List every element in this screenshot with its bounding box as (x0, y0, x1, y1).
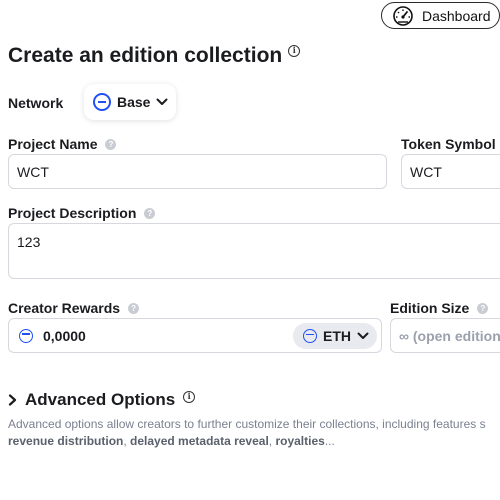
advanced-options-title: Advanced Options (25, 390, 176, 409)
edition-size-input[interactable]: ∞ (open edition (390, 318, 500, 353)
network-value: Base (117, 94, 151, 110)
advanced-options-description: Advanced options allow creators to furth… (8, 416, 500, 450)
page-title: Create an edition collection i (8, 44, 301, 68)
project-name-value: WCT (17, 163, 49, 180)
dashboard-gauge-icon (392, 5, 414, 26)
currency-select[interactable]: ETH (293, 323, 377, 349)
help-icon[interactable]: ? (105, 138, 117, 150)
help-icon[interactable]: ? (144, 207, 156, 219)
network-label: Network (8, 95, 63, 111)
network-label-text: Network (8, 95, 64, 111)
project-description-label: Project Description ? (8, 205, 156, 221)
token-symbol-label-text: Token Symbol (401, 136, 496, 152)
base-network-icon (19, 328, 33, 343)
feature-royalties: royalties (275, 434, 325, 448)
help-icon[interactable]: ? (128, 302, 140, 314)
edition-size-label-text: Edition Size (390, 300, 470, 316)
creator-rewards-label: Creator Rewards ? (8, 300, 140, 316)
help-icon[interactable]: ? (477, 302, 489, 314)
advanced-options-toggle[interactable]: Advanced Options i (8, 390, 196, 410)
edition-size-placeholder: ∞ (open edition (399, 327, 500, 344)
project-description-label-text: Project Description (8, 205, 137, 221)
info-icon[interactable]: i (288, 45, 301, 57)
page-title-text: Create an edition collection (8, 44, 283, 67)
project-name-label: Project Name ? (8, 136, 117, 152)
feature-ellipsis: ... (324, 434, 335, 448)
creator-rewards-value: 0,0000 (43, 327, 86, 344)
token-symbol-label: Token Symbol (401, 136, 496, 152)
dashboard-button[interactable]: Dashboard (381, 2, 500, 29)
project-name-input[interactable]: WCT (8, 154, 387, 189)
project-name-label-text: Project Name (8, 136, 98, 152)
creator-rewards-input[interactable]: 0,0000 ETH (8, 318, 382, 353)
feature-revenue-distribution: revenue distribution (8, 434, 124, 448)
creator-rewards-label-text: Creator Rewards (8, 300, 121, 316)
feature-delayed-metadata-reveal: delayed metadata reveal (130, 434, 269, 448)
base-network-icon (303, 329, 317, 343)
chevron-down-icon (357, 332, 369, 339)
advanced-features-line: revenue distribution, delayed metadata r… (8, 433, 500, 450)
chevron-down-icon (156, 98, 168, 105)
dashboard-label: Dashboard (422, 7, 491, 24)
info-icon[interactable]: i (183, 391, 196, 403)
chevron-right-icon (8, 394, 17, 406)
network-select[interactable]: Base (84, 84, 176, 120)
advanced-description-line: Advanced options allow creators to furth… (8, 417, 486, 431)
currency-value: ETH (323, 328, 351, 344)
base-network-icon (93, 93, 111, 111)
project-description-textarea[interactable]: 123 (8, 223, 500, 279)
project-description-value: 123 (17, 234, 41, 250)
edition-size-label: Edition Size ? (390, 300, 489, 316)
token-symbol-input[interactable]: WCT (401, 154, 500, 189)
token-symbol-value: WCT (410, 163, 442, 180)
